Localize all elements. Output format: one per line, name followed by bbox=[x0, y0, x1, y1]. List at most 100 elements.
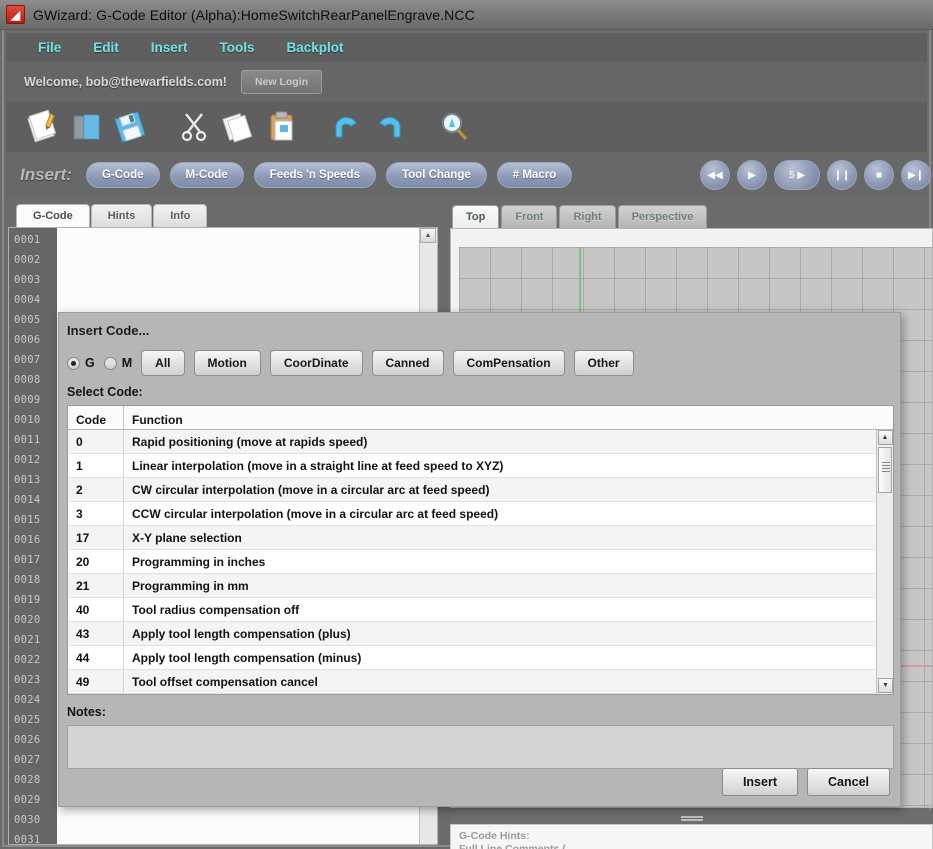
filter-motion-button[interactable]: Motion bbox=[194, 350, 261, 376]
code-table-scrollbar[interactable]: ▲ ▼ bbox=[876, 430, 893, 694]
dialog-actions: Insert Cancel bbox=[722, 768, 890, 796]
gcode-hints-panel: G-Code Hints: Full Line Comments ( bbox=[450, 824, 933, 849]
gwizard-logo-icon: ◢ bbox=[6, 5, 25, 24]
line-number: 0007 bbox=[9, 350, 57, 370]
menu-item-insert[interactable]: Insert bbox=[137, 37, 202, 58]
line-number: 0016 bbox=[9, 530, 57, 550]
insert-mcode-button[interactable]: M-Code bbox=[170, 162, 244, 188]
table-scroll-up-arrow[interactable]: ▲ bbox=[878, 430, 893, 445]
radio-m-indicator bbox=[104, 357, 117, 370]
account-bar: Welcome, bob@thewarfields.com! New Login bbox=[6, 62, 927, 102]
table-row[interactable]: 21Programming in mm bbox=[68, 574, 876, 598]
window-title: GWizard: G-Code Editor (Alpha):HomeSwitc… bbox=[33, 7, 475, 23]
step-5-button[interactable]: 5 ▶ bbox=[774, 160, 820, 190]
table-row[interactable]: 3CCW circular interpolation (move in a c… bbox=[68, 502, 876, 526]
undo-icon[interactable] bbox=[324, 105, 368, 149]
table-row[interactable]: 40Tool radius compensation off bbox=[68, 598, 876, 622]
line-number: 0025 bbox=[9, 710, 57, 730]
cell-code: 44 bbox=[68, 646, 124, 669]
table-scroll-thumb[interactable] bbox=[878, 447, 892, 493]
title-bar: ◢ GWizard: G-Code Editor (Alpha):HomeSwi… bbox=[0, 0, 933, 30]
search-icon[interactable] bbox=[432, 105, 476, 149]
table-row[interactable]: 17X-Y plane selection bbox=[68, 526, 876, 550]
line-number: 0026 bbox=[9, 730, 57, 750]
cell-code: 21 bbox=[68, 574, 124, 597]
line-number: 0018 bbox=[9, 570, 57, 590]
save-file-icon[interactable] bbox=[108, 105, 152, 149]
next-button[interactable]: ▶❙ bbox=[901, 160, 931, 190]
line-number: 0028 bbox=[9, 770, 57, 790]
tab-front[interactable]: Front bbox=[501, 205, 557, 228]
line-number: 0011 bbox=[9, 430, 57, 450]
line-number: 0024 bbox=[9, 690, 57, 710]
tab-top[interactable]: Top bbox=[452, 205, 499, 228]
redo-icon[interactable] bbox=[368, 105, 412, 149]
table-row[interactable]: 44Apply tool length compensation (minus) bbox=[68, 646, 876, 670]
cell-function: CW circular interpolation (move in a cir… bbox=[124, 478, 876, 501]
table-row[interactable]: 1Linear interpolation (move in a straigh… bbox=[68, 454, 876, 478]
splitter-grip-icon bbox=[681, 816, 703, 818]
table-row[interactable]: 20Programming in inches bbox=[68, 550, 876, 574]
cut-icon[interactable] bbox=[172, 105, 216, 149]
line-number: 0030 bbox=[9, 810, 57, 830]
insert-gcode-button[interactable]: G-Code bbox=[86, 162, 160, 188]
column-header-code: Code bbox=[68, 406, 124, 429]
new-login-button[interactable]: New Login bbox=[241, 70, 322, 94]
stop-button[interactable]: ■ bbox=[864, 160, 894, 190]
editor-scroll-up-arrow[interactable]: ▲ bbox=[420, 228, 436, 243]
menu-item-backplot[interactable]: Backplot bbox=[273, 37, 358, 58]
insert-bar-label: Insert: bbox=[20, 165, 72, 185]
new-file-icon[interactable] bbox=[20, 105, 64, 149]
line-number: 0027 bbox=[9, 750, 57, 770]
menu-bar: File Edit Insert Tools Backplot bbox=[6, 33, 927, 62]
table-row[interactable]: 2CW circular interpolation (move in a ci… bbox=[68, 478, 876, 502]
line-number: 0005 bbox=[9, 310, 57, 330]
tab-gcode[interactable]: G-Code bbox=[16, 204, 90, 227]
tab-info[interactable]: Info bbox=[153, 204, 207, 227]
filter-other-button[interactable]: Other bbox=[574, 350, 634, 376]
filter-compensation-button[interactable]: ComPensation bbox=[453, 350, 565, 376]
table-row[interactable]: 49Tool offset compensation cancel bbox=[68, 670, 876, 694]
notes-label: Notes: bbox=[67, 705, 106, 719]
menu-item-file[interactable]: File bbox=[24, 37, 75, 58]
paste-icon[interactable] bbox=[260, 105, 304, 149]
backplot-splitter[interactable] bbox=[450, 810, 933, 824]
cell-code: 17 bbox=[68, 526, 124, 549]
filter-canned-button[interactable]: Canned bbox=[372, 350, 444, 376]
insert-feeds-speeds-button[interactable]: Feeds 'n Speeds bbox=[254, 162, 376, 188]
insert-tool-change-button[interactable]: Tool Change bbox=[386, 162, 487, 188]
table-scroll-down-arrow[interactable]: ▼ bbox=[878, 678, 893, 693]
cell-code: 1 bbox=[68, 454, 124, 477]
cell-function: Apply tool length compensation (plus) bbox=[124, 622, 876, 645]
line-number: 0014 bbox=[9, 490, 57, 510]
insert-macro-button[interactable]: # Macro bbox=[497, 162, 572, 188]
open-file-icon[interactable] bbox=[64, 105, 108, 149]
pause-button[interactable]: ❙❙ bbox=[827, 160, 857, 190]
filter-coordinate-button[interactable]: CoorDinate bbox=[270, 350, 363, 376]
tab-right[interactable]: Right bbox=[559, 205, 615, 228]
code-table: Code Function 0Rapid positioning (move a… bbox=[67, 405, 894, 695]
table-row[interactable]: 43Apply tool length compensation (plus) bbox=[68, 622, 876, 646]
filter-all-button[interactable]: All bbox=[141, 350, 184, 376]
line-number: 0002 bbox=[9, 250, 57, 270]
code-table-body: 0Rapid positioning (move at rapids speed… bbox=[68, 430, 876, 694]
radio-m-code[interactable]: M bbox=[104, 356, 132, 370]
line-number: 0009 bbox=[9, 390, 57, 410]
line-number: 0015 bbox=[9, 510, 57, 530]
tab-perspective[interactable]: Perspective bbox=[618, 205, 708, 228]
copy-icon[interactable] bbox=[216, 105, 260, 149]
radio-g-code[interactable]: G bbox=[67, 356, 95, 370]
play-button[interactable]: ▶ bbox=[737, 160, 767, 190]
insert-button[interactable]: Insert bbox=[722, 768, 798, 796]
line-number: 0022 bbox=[9, 650, 57, 670]
cancel-button[interactable]: Cancel bbox=[807, 768, 890, 796]
radio-m-label: M bbox=[122, 356, 132, 370]
backplot-tabs: Top Front Right Perspective bbox=[452, 200, 709, 228]
notes-field[interactable] bbox=[67, 725, 894, 769]
rewind-button[interactable]: ◀◀ bbox=[700, 160, 730, 190]
tab-hints[interactable]: Hints bbox=[91, 204, 153, 227]
cell-function: X-Y plane selection bbox=[124, 526, 876, 549]
menu-item-edit[interactable]: Edit bbox=[79, 37, 133, 58]
table-row[interactable]: 0Rapid positioning (move at rapids speed… bbox=[68, 430, 876, 454]
menu-item-tools[interactable]: Tools bbox=[206, 37, 269, 58]
